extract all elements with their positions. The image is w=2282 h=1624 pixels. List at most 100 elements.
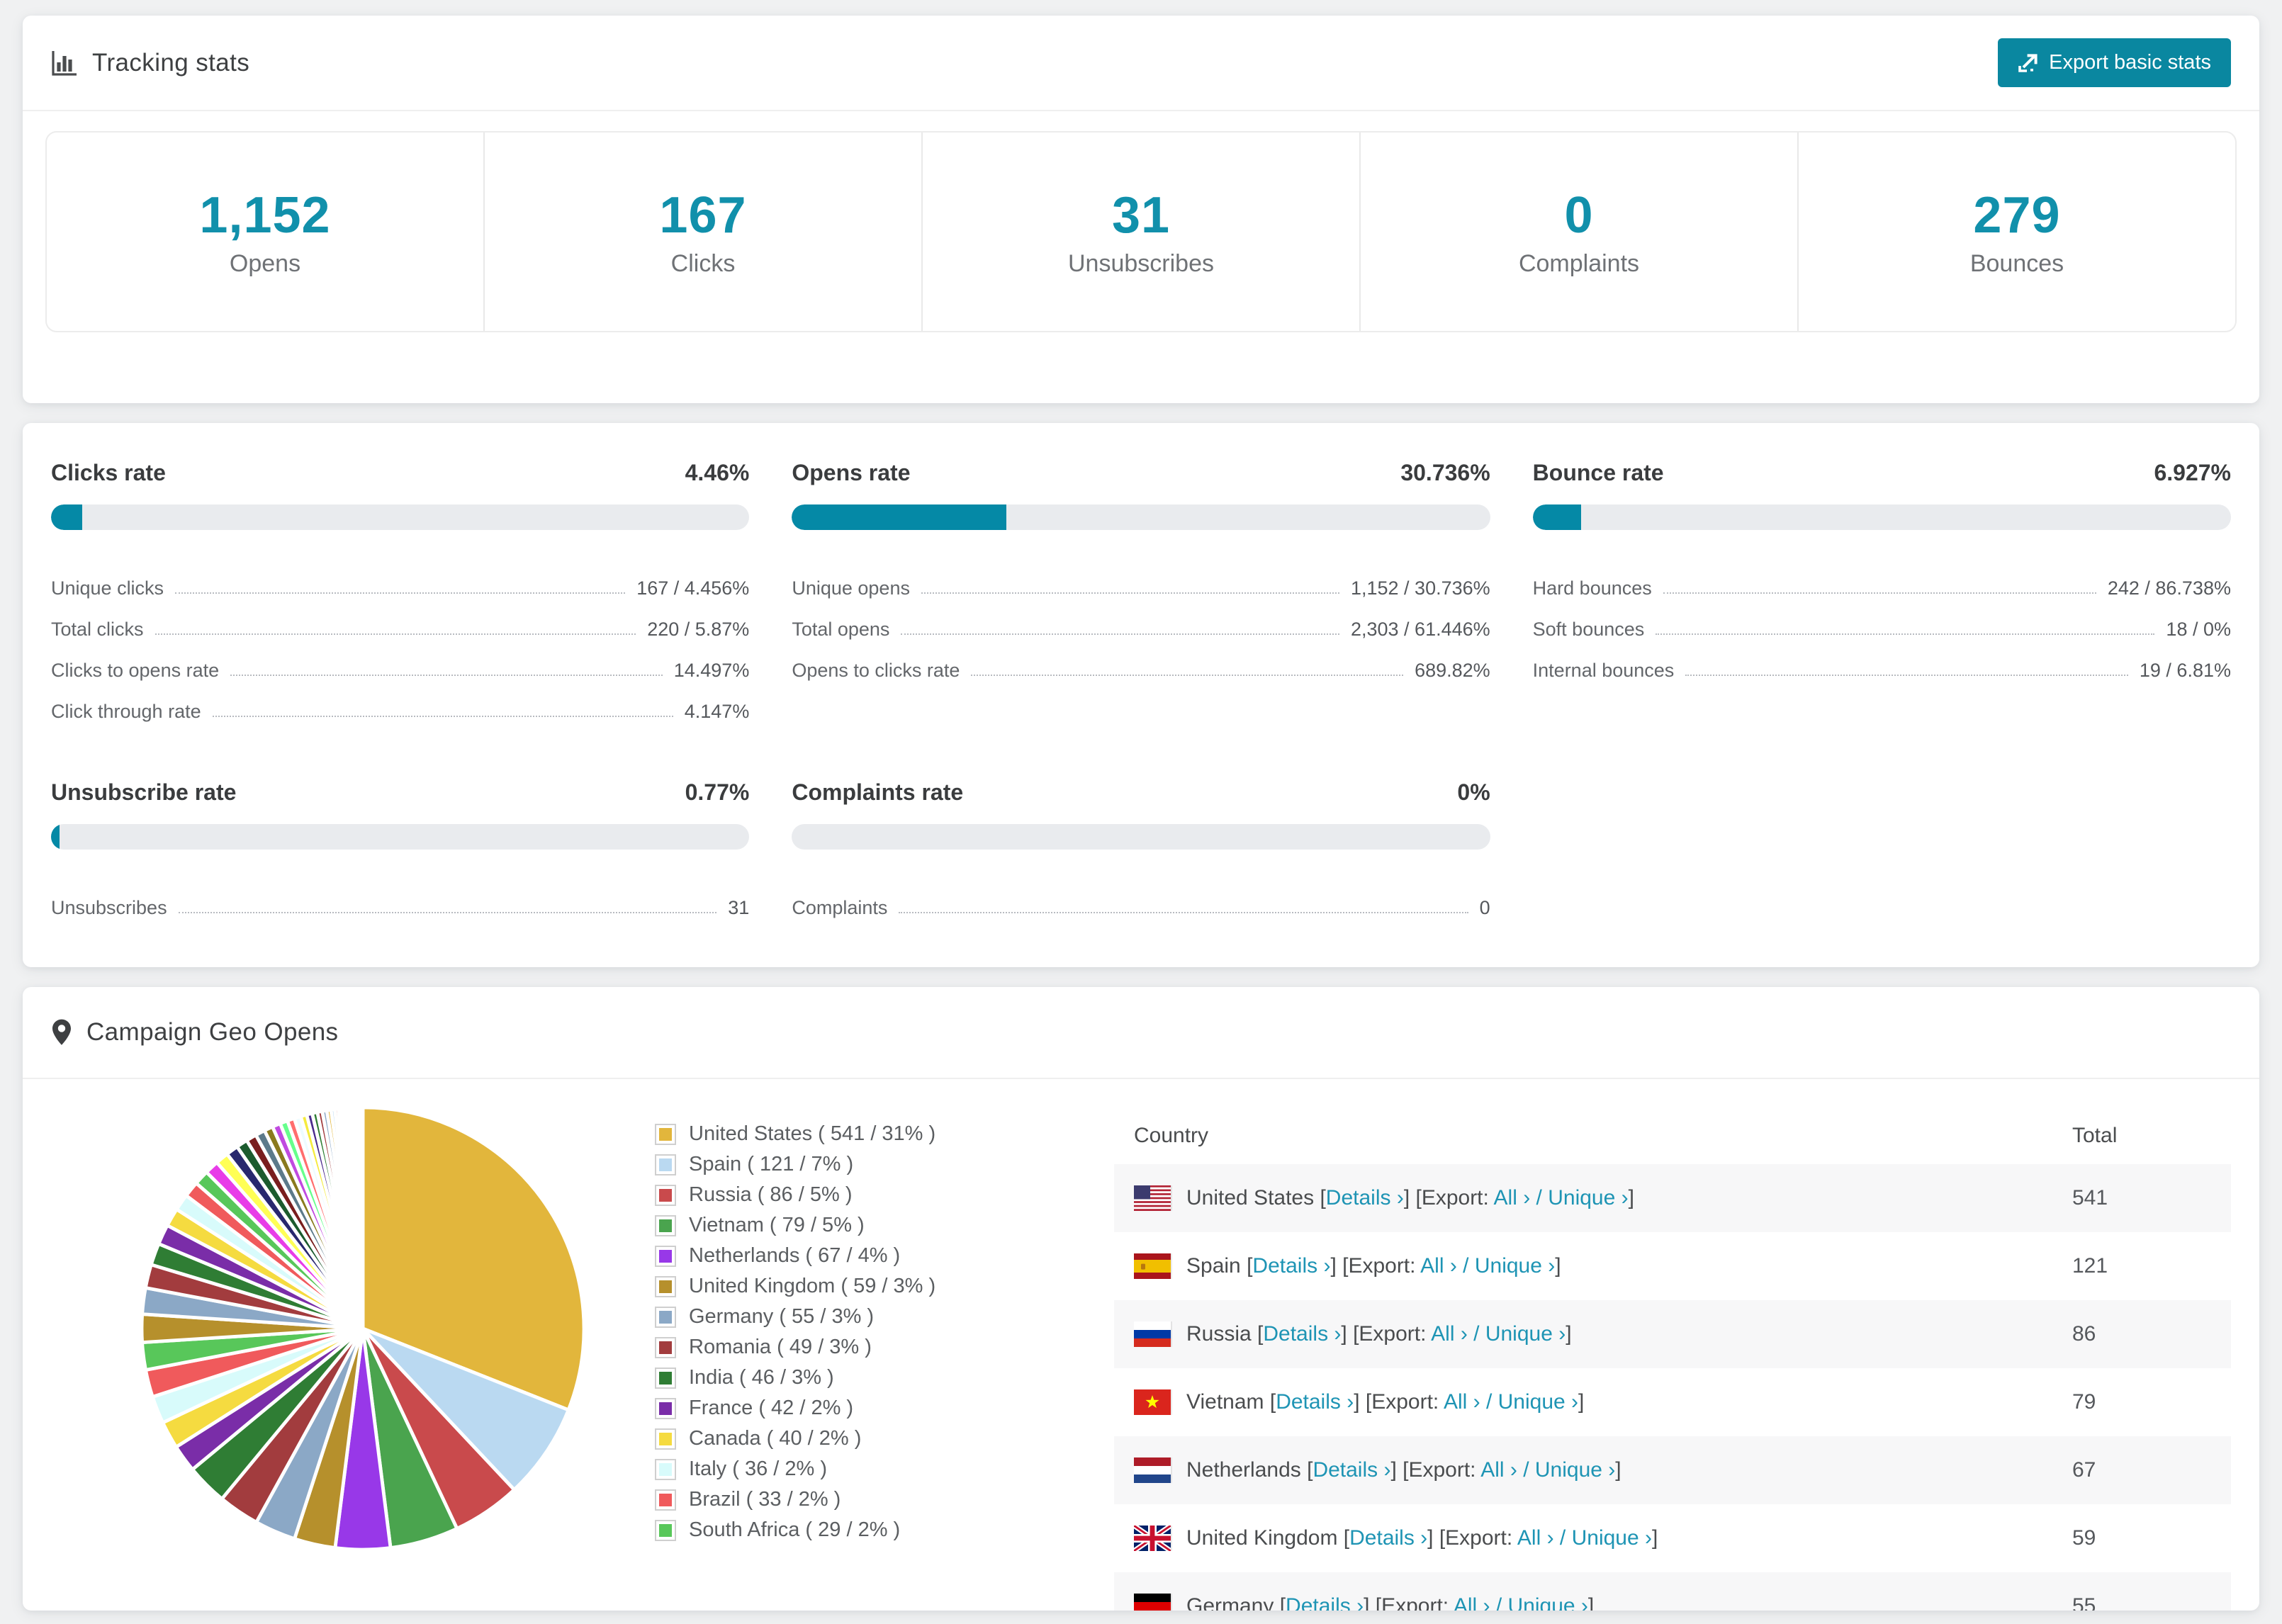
stats-wrap: 1,152 Opens 167 Clicks 31 Unsubscribes 0… xyxy=(23,111,2259,403)
stat-row: Hard bounces 242 / 86.738% xyxy=(1532,577,2231,599)
legend-label: Vietnam ( 79 / 5% ) xyxy=(689,1214,865,1236)
ru-flag-icon xyxy=(1134,1321,1171,1347)
bounce-rate-value: 6.927% xyxy=(2154,460,2231,485)
stat-bounces: 279 Bounces xyxy=(1799,132,2235,331)
geo-table-row: Germany [Details ›] [Export: All › / Uni… xyxy=(1114,1572,2231,1611)
geo-table-row: United Kingdom [Details ›] [Export: All … xyxy=(1114,1504,2231,1572)
clicks-rate-section: Clicks rate 4.46% Unique clicks 167 / 4.4… xyxy=(51,460,750,723)
legend-label: United States ( 541 / 31% ) xyxy=(689,1122,936,1145)
legend-swatch xyxy=(655,1184,676,1206)
geo-table-row: Russia [Details ›] [Export: All › / Uniq… xyxy=(1114,1300,2231,1368)
stat-row: Internal bounces 19 / 6.81% xyxy=(1532,660,2231,681)
bounce-rate-title: Bounce rate xyxy=(1532,460,1664,485)
country-cell: Netherlands [Details ›] [Export: All › /… xyxy=(1134,1457,2072,1483)
export-unique-link[interactable]: Unique › xyxy=(1475,1254,1555,1278)
geo-table-row: Spain [Details ›] [Export: All › / Uniqu… xyxy=(1114,1232,2231,1300)
legend-swatch xyxy=(655,1397,676,1419)
de-flag-icon xyxy=(1134,1594,1171,1611)
geo-pie xyxy=(136,1102,590,1561)
country-links: United States [Details ›] [Export: All ›… xyxy=(1186,1186,1634,1209)
export-all-link[interactable]: All › xyxy=(1444,1390,1480,1414)
details-link[interactable]: Details › xyxy=(1313,1458,1390,1482)
unsubscribe-rate-value: 0.77% xyxy=(685,779,750,805)
unsubscribe-rate-title: Unsubscribe rate xyxy=(51,779,237,805)
total-value: 59 xyxy=(2072,1526,2096,1550)
total-value: 67 xyxy=(2072,1458,2096,1482)
opens-count: 1,152 xyxy=(199,186,331,244)
export-unique-link[interactable]: Unique › xyxy=(1548,1186,1628,1209)
pie-slice xyxy=(360,1105,365,1329)
stat-row: Clicks to opens rate 14.497% xyxy=(51,660,750,681)
clicks-rate-bar xyxy=(51,504,750,530)
stat-opens: 1,152 Opens xyxy=(47,132,485,331)
legend-swatch xyxy=(655,1306,676,1328)
export-all-link[interactable]: All › xyxy=(1494,1186,1531,1209)
legend-item: Netherlands ( 67 / 4% ) xyxy=(655,1241,1080,1271)
legend-item: Germany ( 55 / 3% ) xyxy=(655,1302,1080,1332)
bounce-rate-bar xyxy=(1532,504,2231,530)
details-link[interactable]: Details › xyxy=(1252,1254,1330,1278)
total-value: 541 xyxy=(2072,1186,2108,1209)
legend-swatch xyxy=(655,1275,676,1297)
export-all-link[interactable]: All › xyxy=(1431,1322,1468,1346)
opens-rate-section: Opens rate 30.736% Unique opens 1,152 / 3… xyxy=(792,460,1490,723)
complaints-rate-title: Complaints rate xyxy=(792,779,964,805)
export-unique-link[interactable]: Unique › xyxy=(1498,1390,1578,1414)
legend-label: Germany ( 55 / 3% ) xyxy=(689,1305,875,1328)
country-links: Vietnam [Details ›] [Export: All › / Uni… xyxy=(1186,1390,1585,1414)
opens-label: Opens xyxy=(229,249,301,277)
details-link[interactable]: Details › xyxy=(1326,1186,1404,1209)
gb-flag-icon xyxy=(1134,1526,1171,1551)
clicks-label: Clicks xyxy=(670,249,736,277)
country-links: Germany [Details ›] [Export: All › / Uni… xyxy=(1186,1594,1594,1611)
complaints-count: 0 xyxy=(1564,186,1594,244)
complaints-label: Complaints xyxy=(1518,249,1640,277)
export-all-link[interactable]: All › xyxy=(1517,1526,1554,1550)
stat-row: Unsubscribes 31 xyxy=(51,897,750,918)
export-unique-link[interactable]: Unique › xyxy=(1535,1458,1615,1482)
export-basic-stats-button[interactable]: Export basic stats xyxy=(1998,38,2231,87)
export-unique-link[interactable]: Unique › xyxy=(1508,1594,1588,1611)
geo-table-row: Vietnam [Details ›] [Export: All › / Uni… xyxy=(1114,1368,2231,1436)
legend-label: Brazil ( 33 / 2% ) xyxy=(689,1488,841,1511)
geo-pie-chart xyxy=(140,1105,586,1552)
bar-chart-icon xyxy=(51,50,78,77)
stat-row: Click through rate 4.147% xyxy=(51,701,750,722)
legend-swatch xyxy=(655,1245,676,1267)
details-link[interactable]: Details › xyxy=(1286,1594,1364,1611)
stat-row: Soft bounces 18 / 0% xyxy=(1532,619,2231,640)
legend-item: United States ( 541 / 31% ) xyxy=(655,1119,1080,1149)
export-unique-link[interactable]: Unique › xyxy=(1572,1526,1652,1550)
unsubscribes-count: 31 xyxy=(1111,186,1171,244)
export-all-link[interactable]: All › xyxy=(1480,1458,1517,1482)
stat-unsubscribes: 31 Unsubscribes xyxy=(923,132,1361,331)
details-link[interactable]: Details › xyxy=(1276,1390,1354,1414)
details-link[interactable]: Details › xyxy=(1263,1322,1341,1346)
page-title: Tracking stats xyxy=(92,48,250,77)
total-value: 79 xyxy=(2072,1390,2096,1414)
country-cell: Spain [Details ›] [Export: All › / Uniqu… xyxy=(1134,1253,2072,1279)
export-all-link[interactable]: All › xyxy=(1454,1594,1490,1611)
legend-item: South Africa ( 29 / 2% ) xyxy=(655,1515,1080,1545)
legend-label: Canada ( 40 / 2% ) xyxy=(689,1427,862,1450)
unsubscribe-rate-bar xyxy=(51,824,750,850)
country-cell: Russia [Details ›] [Export: All › / Uniq… xyxy=(1134,1321,2072,1347)
country-cell: United Kingdom [Details ›] [Export: All … xyxy=(1134,1526,2072,1551)
export-unique-link[interactable]: Unique › xyxy=(1485,1322,1566,1346)
legend-item: Romania ( 49 / 3% ) xyxy=(655,1332,1080,1363)
export-all-link[interactable]: All › xyxy=(1420,1254,1457,1278)
nl-flag-icon xyxy=(1134,1457,1171,1483)
legend-item: France ( 42 / 2% ) xyxy=(655,1393,1080,1423)
clicks-count: 167 xyxy=(659,186,747,244)
total-value: 121 xyxy=(2072,1254,2108,1278)
rates-card: Clicks rate 4.46% Unique clicks 167 / 4.4… xyxy=(23,423,2259,967)
details-link[interactable]: Details › xyxy=(1349,1526,1427,1550)
stat-row: Total opens 2,303 / 61.446% xyxy=(792,619,1490,640)
country-cell: United States [Details ›] [Export: All ›… xyxy=(1134,1185,2072,1211)
legend-label: South Africa ( 29 / 2% ) xyxy=(689,1518,901,1541)
geo-opens-card: Campaign Geo Opens United States ( 541 /… xyxy=(23,987,2259,1611)
legend-label: Netherlands ( 67 / 4% ) xyxy=(689,1244,901,1267)
legend-swatch xyxy=(655,1154,676,1175)
legend-swatch xyxy=(655,1428,676,1450)
country-cell: Vietnam [Details ›] [Export: All › / Uni… xyxy=(1134,1389,2072,1415)
